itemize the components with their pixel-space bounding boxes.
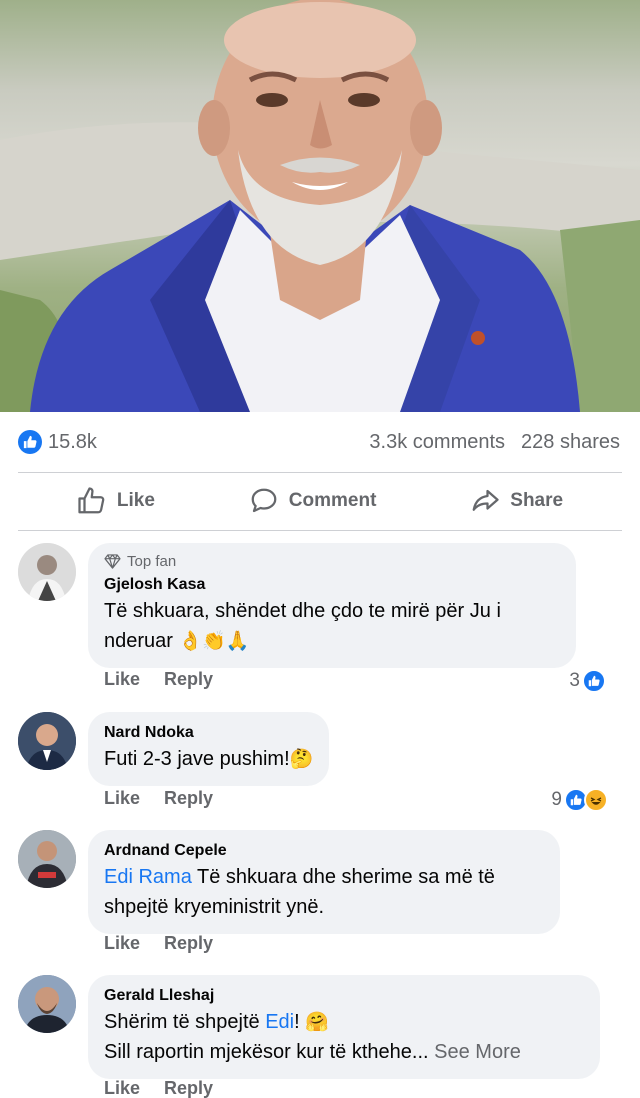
- diamond-icon: [104, 554, 121, 569]
- comment-actions: Like Reply: [104, 1078, 213, 1098]
- comment-actions: Like Reply: [104, 933, 213, 954]
- comments-count[interactable]: 3.3k comments: [369, 431, 505, 454]
- like-reaction-icon: [18, 430, 42, 454]
- comment-reactions[interactable]: 3: [569, 669, 606, 693]
- comment-reactions[interactable]: 9: [551, 788, 608, 812]
- like-button[interactable]: Like: [77, 486, 155, 516]
- comment-author[interactable]: Gerald Lleshaj: [104, 985, 584, 1007]
- reaction-count: 9: [551, 789, 562, 810]
- haha-reaction-icon: [584, 788, 608, 812]
- comment-actions: Like Reply: [104, 669, 213, 690]
- comment-author[interactable]: Nard Ndoka: [104, 722, 313, 744]
- thumbs-up-icon: [77, 486, 107, 516]
- avatar[interactable]: [18, 975, 76, 1033]
- reactions-summary[interactable]: 15.8k: [18, 430, 97, 454]
- comment-body: Të shkuara, shëndet dhe çdo te mirë për …: [104, 600, 501, 652]
- emoji: 🤔: [289, 748, 314, 770]
- mention-link[interactable]: Edi Rama: [104, 866, 192, 888]
- comment-author[interactable]: Ardnand Cepele: [104, 840, 544, 862]
- badge-label: Top fan: [127, 553, 177, 570]
- like-button-label: Like: [116, 490, 155, 511]
- reactions-count: 15.8k: [48, 430, 97, 453]
- comment-button-label: Comment: [288, 490, 377, 511]
- comment-reply-button[interactable]: Reply: [164, 788, 213, 809]
- divider: [18, 530, 622, 531]
- comment-bubble-icon: [249, 486, 279, 516]
- share-button[interactable]: Share: [470, 486, 563, 516]
- shares-count[interactable]: 228 shares: [521, 431, 620, 454]
- reaction-count: 3: [569, 670, 580, 691]
- portrait-illustration: [0, 0, 640, 412]
- comment-body: Futi 2-3 jave pushim!: [104, 748, 290, 770]
- comment-reply-button[interactable]: Reply: [164, 1078, 213, 1098]
- comment-text: Shërim të shpejtë Edi! 🤗: [104, 1007, 584, 1037]
- post-actions: Like Comment Share: [0, 472, 640, 530]
- comment-body: Shërim të shpejtë: [104, 1011, 266, 1033]
- avatar[interactable]: [18, 543, 76, 601]
- emoji: 🤗: [305, 1011, 329, 1033]
- comment-reply-button[interactable]: Reply: [164, 933, 213, 954]
- comment-author[interactable]: Gjelosh Kasa: [104, 574, 560, 596]
- emoji: 👌👏🙏: [178, 630, 250, 652]
- comment-body: !: [294, 1011, 306, 1033]
- avatar[interactable]: [18, 830, 76, 888]
- mention-link[interactable]: Edi: [265, 1011, 294, 1033]
- comment-like-button[interactable]: Like: [104, 669, 140, 690]
- post-stats: 15.8k 3.3k comments 228 shares: [0, 412, 640, 472]
- comment-text: Futi 2-3 jave pushim!🤔: [104, 744, 313, 774]
- comment-bubble: Ardnand Cepele Edi Rama Të shkuara dhe s…: [88, 830, 560, 934]
- comment-actions: Like Reply: [104, 788, 213, 809]
- top-fan-badge: Top fan: [104, 553, 560, 570]
- comment-like-button[interactable]: Like: [104, 933, 140, 954]
- comment-text-line2: Sill raportin mjekësor kur të kthehe... …: [104, 1037, 584, 1067]
- share-arrow-icon: [470, 486, 500, 516]
- comment-bubble: Top fan Gjelosh Kasa Të shkuara, shëndet…: [88, 543, 576, 668]
- comment-text: Edi Rama Të shkuara dhe sherime sa më të…: [104, 862, 544, 922]
- avatar[interactable]: [18, 712, 76, 770]
- comment-bubble: Gerald Lleshaj Shërim të shpejtë Edi! 🤗 …: [88, 975, 600, 1079]
- see-more-link[interactable]: See More: [429, 1041, 521, 1063]
- comment-like-button[interactable]: Like: [104, 1078, 140, 1098]
- comment-body: Sill raportin mjekësor kur të kthehe...: [104, 1041, 429, 1063]
- comment-text: Të shkuara, shëndet dhe çdo te mirë për …: [104, 596, 560, 656]
- post-photo[interactable]: [0, 0, 640, 412]
- comment-reply-button[interactable]: Reply: [164, 669, 213, 690]
- share-button-label: Share: [510, 490, 564, 511]
- like-reaction-icon: [582, 669, 606, 693]
- comment-like-button[interactable]: Like: [104, 788, 140, 809]
- comment-button[interactable]: Comment: [249, 486, 377, 516]
- comment-bubble: Nard Ndoka Futi 2-3 jave pushim!🤔: [88, 712, 330, 786]
